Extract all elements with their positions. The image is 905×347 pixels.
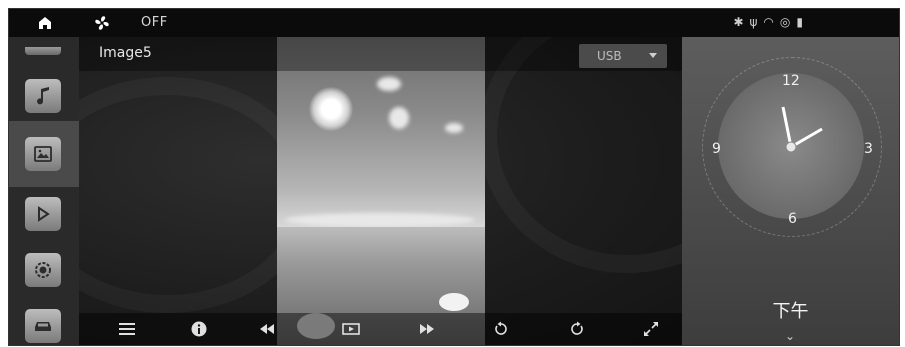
clock-center-pin xyxy=(785,141,797,153)
home-icon[interactable] xyxy=(37,15,53,31)
image-cloud xyxy=(389,107,409,129)
source-label: USB xyxy=(597,49,622,63)
rewind-button[interactable] xyxy=(255,317,279,341)
sidebar-item-gallery[interactable] xyxy=(25,137,61,171)
image-cloud xyxy=(445,123,463,133)
rotate-left-button[interactable] xyxy=(489,317,513,341)
clock-period-label: 下午 xyxy=(772,301,809,322)
slideshow-icon xyxy=(342,323,360,335)
clock-hands xyxy=(781,106,823,153)
sidebar-item-music[interactable] xyxy=(25,79,61,113)
wifi-icon: ◠ xyxy=(763,15,774,29)
image-icon xyxy=(34,146,52,162)
displayed-image[interactable] xyxy=(277,37,485,345)
status-bar: OFF ✱ ψ ◠ ◎ ▮ xyxy=(9,9,899,37)
bluetooth-icon: ✱ xyxy=(733,15,744,29)
chevron-down-icon[interactable]: ⌄ xyxy=(785,329,795,343)
fullscreen-icon xyxy=(644,322,658,336)
play-icon xyxy=(38,206,50,222)
image-cloud xyxy=(377,77,401,91)
image-horizon-clouds xyxy=(285,213,475,227)
battery-icon: ◎ xyxy=(779,15,791,29)
sidebar-scroll-hint xyxy=(25,47,61,55)
info-icon xyxy=(191,321,207,337)
sidebar xyxy=(9,37,80,345)
viewer-title-bar: Image5 USB xyxy=(79,37,682,71)
rewind-icon xyxy=(260,324,274,334)
menu-button[interactable] xyxy=(115,317,139,341)
rotate-left-icon xyxy=(495,321,507,335)
car-icon xyxy=(35,322,51,331)
signal-icon: ▮ xyxy=(796,15,803,29)
source-dropdown[interactable]: USB xyxy=(579,44,667,68)
sidebar-item-car[interactable] xyxy=(25,309,61,343)
fullscreen-button[interactable] xyxy=(639,317,663,341)
forward-button[interactable] xyxy=(415,317,439,341)
info-button[interactable] xyxy=(187,317,211,341)
image-viewer: Image5 USB xyxy=(79,37,682,345)
infotainment-screen: OFF ✱ ψ ◠ ◎ ▮ Image5 USB 12 3 6 9 下午 ⌄ xyxy=(8,8,900,346)
music-note-icon xyxy=(37,87,49,105)
usb-icon: ψ xyxy=(749,15,758,29)
sidebar-item-video[interactable] xyxy=(25,197,61,231)
background-swirl xyxy=(479,37,682,273)
rotate-right-icon xyxy=(571,321,583,335)
image-title: Image5 xyxy=(99,45,152,61)
sidebar-item-settings[interactable] xyxy=(25,253,61,287)
viewer-controls xyxy=(79,313,682,345)
clock-widget[interactable]: 12 3 6 9 下午 ⌄ xyxy=(682,37,899,345)
menu-icon xyxy=(119,323,135,335)
settings-icon xyxy=(35,262,51,278)
slideshow-button[interactable] xyxy=(339,317,363,341)
image-flower xyxy=(439,293,469,311)
image-sun xyxy=(309,87,353,131)
rotate-right-button[interactable] xyxy=(565,317,589,341)
fan-icon[interactable] xyxy=(93,14,111,32)
fan-status-text: OFF xyxy=(141,15,168,30)
chevron-down-icon xyxy=(649,53,657,58)
forward-icon xyxy=(420,324,434,334)
clock-minute-hand xyxy=(781,106,793,148)
